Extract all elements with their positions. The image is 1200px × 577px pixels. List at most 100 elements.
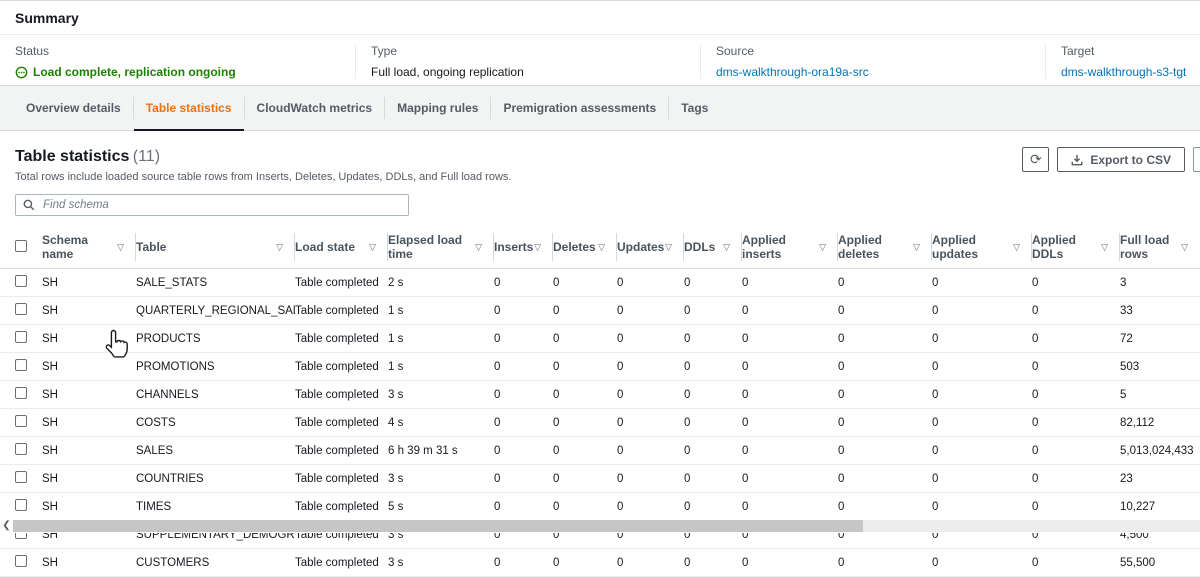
cell-deletes: 0 (553, 353, 617, 381)
cell-load-state: Table completed (295, 381, 388, 409)
row-checkbox[interactable] (15, 303, 27, 315)
column-label: Table (136, 240, 166, 254)
tab-cloudwatch-metrics[interactable]: CloudWatch metrics (245, 86, 385, 130)
row-checkbox[interactable] (15, 555, 27, 567)
sort-filter-icon[interactable]: ▽ (534, 242, 541, 253)
column-header-ddls[interactable]: DDLs▽ (684, 226, 742, 269)
cell-elapsed: 1 s (388, 325, 494, 353)
cell-elapsed: 1 s (388, 297, 494, 325)
column-header-schema-name[interactable]: Schema name▽ (42, 226, 136, 269)
column-label: Applied DDLs (1032, 233, 1101, 261)
row-checkbox[interactable] (15, 499, 27, 511)
cell-applied-deletes: 0 (838, 297, 932, 325)
panel-description: Total rows include loaded source table r… (15, 171, 1185, 183)
select-all-header (0, 226, 42, 269)
row-checkbox[interactable] (15, 331, 27, 343)
row-checkbox[interactable] (15, 275, 27, 287)
column-header-inner: Deletes▽ (553, 240, 617, 254)
sort-filter-icon[interactable]: ▽ (1181, 242, 1188, 253)
table-row: SHSALE_STATSTable completed2 s000000003 (0, 269, 1200, 297)
cell-load-state: Table completed (295, 325, 388, 353)
cell-applied-deletes: 0 (838, 465, 932, 493)
status-value: Load complete, replication ongoing (15, 65, 355, 79)
column-label: Schema name (42, 233, 117, 261)
column-header-table[interactable]: Table ▽ (136, 226, 295, 269)
download-icon (1071, 154, 1083, 166)
sort-filter-icon[interactable]: ▽ (598, 242, 605, 253)
cell-applied-inserts: 0 (742, 549, 838, 577)
sort-filter-icon[interactable]: ▽ (276, 242, 283, 253)
column-header-applied-ddls[interactable]: Applied DDLs▽ (1032, 226, 1120, 269)
column-header-elapsed-load-time[interactable]: Elapsed load time▽ (388, 226, 494, 269)
column-header-inner: DDLs▽ (684, 240, 742, 254)
column-header-applied-updates[interactable]: Applied updates▽ (932, 226, 1032, 269)
row-checkbox[interactable] (15, 415, 27, 427)
column-label: Applied updates (932, 233, 1013, 261)
select-all-checkbox[interactable] (15, 240, 27, 252)
cell-updates: 0 (617, 269, 684, 297)
column-header-full-load-rows[interactable]: Full load rows▽ (1120, 226, 1200, 269)
sort-filter-icon[interactable]: ▽ (665, 242, 672, 253)
horizontal-scrollbar: ❮ (0, 519, 1200, 533)
row-checkbox[interactable] (15, 359, 27, 371)
sort-filter-icon[interactable]: ▽ (369, 242, 376, 253)
column-header-applied-deletes[interactable]: Applied deletes▽ (838, 226, 932, 269)
column-header-inner: Load state▽ (295, 240, 388, 254)
tab-premigration-assessments[interactable]: Premigration assessments (491, 86, 668, 130)
export-to-csv-button[interactable]: Export to CSV (1057, 147, 1185, 172)
clipped-button[interactable] (1193, 147, 1200, 172)
column-header-applied-inserts[interactable]: Applied inserts▽ (742, 226, 838, 269)
source-link[interactable]: dms-walkthrough-ora19a-src (716, 65, 1045, 79)
column-header-updates[interactable]: Updates▽ (617, 226, 684, 269)
sort-filter-icon[interactable]: ▽ (819, 242, 826, 253)
row-select-cell (0, 493, 42, 521)
summary-field-target: Targetdms-walkthrough-s3-tgt (1045, 44, 1200, 79)
table-row: SHPRODUCTSTable completed1 s0000000072 (0, 325, 1200, 353)
column-label: Applied inserts (742, 233, 819, 261)
tab-table-statistics[interactable]: Table statistics (134, 86, 244, 130)
scrollbar-track[interactable] (13, 520, 1200, 532)
refresh-button[interactable]: ⟳ (1022, 147, 1049, 172)
search-input[interactable] (41, 198, 401, 212)
cell-full-load-rows: 72 (1120, 325, 1200, 353)
row-checkbox[interactable] (15, 387, 27, 399)
cell-updates: 0 (617, 549, 684, 577)
cell-deletes: 0 (553, 409, 617, 437)
sort-filter-icon[interactable]: ▽ (475, 242, 482, 253)
column-header-deletes[interactable]: Deletes▽ (553, 226, 617, 269)
scroll-left-arrow-icon[interactable]: ❮ (1, 520, 12, 532)
tab-tags[interactable]: Tags (669, 86, 720, 130)
cell-deletes: 0 (553, 325, 617, 353)
cell-schema: SH (42, 437, 136, 465)
cell-schema: SH (42, 297, 136, 325)
cell-schema: SH (42, 353, 136, 381)
cell-full-load-rows: 5 (1120, 381, 1200, 409)
scrollbar-thumb[interactable] (13, 520, 863, 532)
cell-load-state: Table completed (295, 465, 388, 493)
refresh-icon: ⟳ (1030, 151, 1042, 168)
cell-load-state: Table completed (295, 409, 388, 437)
target-link[interactable]: dms-walkthrough-s3-tgt (1061, 65, 1200, 79)
cell-schema: SH (42, 381, 136, 409)
column-header-load-state[interactable]: Load state▽ (295, 226, 388, 269)
row-checkbox[interactable] (15, 443, 27, 455)
table-row: SHCOSTSTable completed4 s0000000082,112 (0, 409, 1200, 437)
row-checkbox[interactable] (15, 471, 27, 483)
cell-ddls: 0 (684, 465, 742, 493)
column-label: Elapsed load time (388, 233, 475, 261)
sort-filter-icon[interactable]: ▽ (913, 242, 920, 253)
cell-full-load-rows: 82,112 (1120, 409, 1200, 437)
sort-filter-icon[interactable]: ▽ (1101, 242, 1108, 253)
tab-mapping-rules[interactable]: Mapping rules (385, 86, 490, 130)
cell-applied-inserts: 0 (742, 409, 838, 437)
tab-overview-details[interactable]: Overview details (14, 86, 133, 130)
column-header-inserts[interactable]: Inserts▽ (494, 226, 553, 269)
cell-elapsed: 5 s (388, 493, 494, 521)
cell-applied-updates: 0 (932, 409, 1032, 437)
sort-filter-icon[interactable]: ▽ (1013, 242, 1020, 253)
cell-updates: 0 (617, 409, 684, 437)
status-text: Load complete, replication ongoing (33, 65, 236, 79)
sort-filter-icon[interactable]: ▽ (723, 242, 730, 253)
summary-field-source: Sourcedms-walkthrough-ora19a-src (700, 44, 1045, 79)
sort-filter-icon[interactable]: ▽ (117, 242, 124, 253)
